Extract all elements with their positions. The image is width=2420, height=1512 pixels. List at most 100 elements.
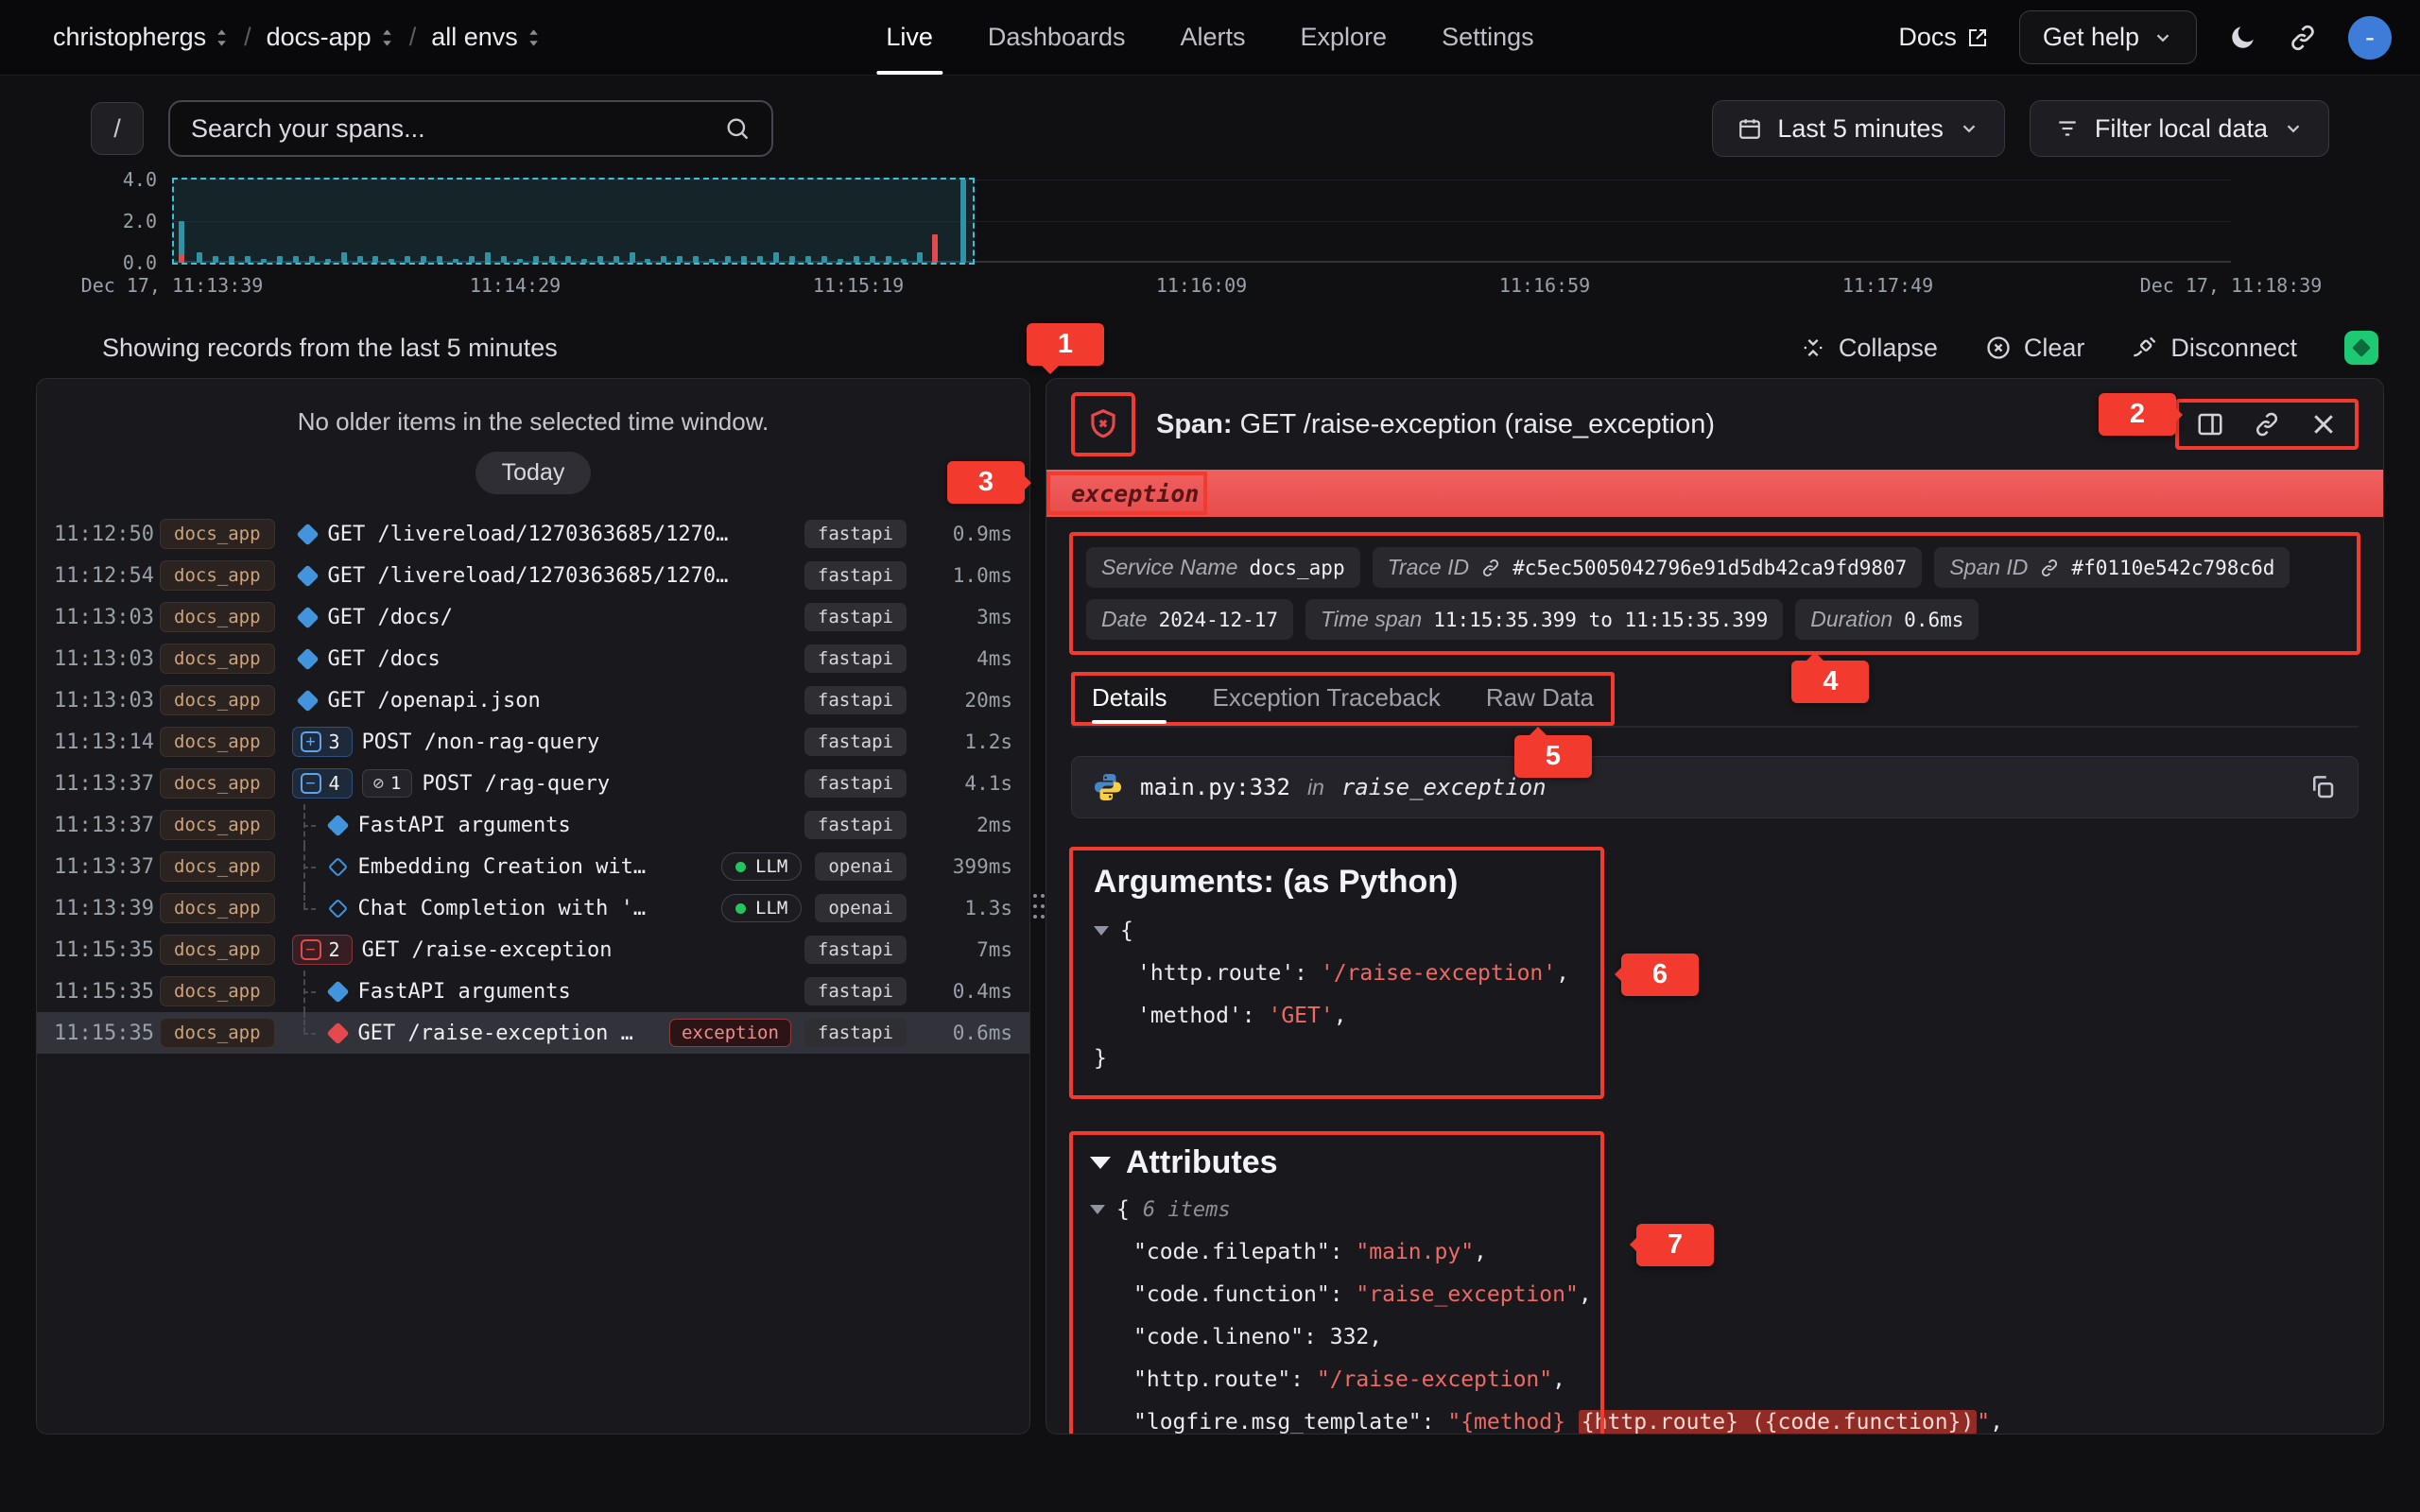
service-pill: docs_app — [160, 976, 275, 1006]
trace-row[interactable]: 11:13:14docs_app+3POST /non-rag-queryfas… — [37, 721, 1029, 763]
get-help-label: Get help — [2043, 23, 2139, 52]
library-pill: fastapi — [804, 769, 907, 798]
trace-row[interactable]: 11:12:54docs_appGET /livereload/12703636… — [37, 555, 1029, 596]
meta-value: 11:15:35.399 to 11:15:35.399 — [1433, 609, 1768, 631]
tree-connector — [292, 846, 320, 887]
x-axis-labels: Dec 17, 11:13:3911:14:2911:15:1911:16:09… — [172, 274, 2231, 304]
collapse-icon[interactable]: − — [301, 773, 321, 794]
nav-tab-explore[interactable]: Explore — [1301, 0, 1388, 75]
copy-link-icon[interactable] — [2253, 410, 2281, 438]
span-icon-wrap — [322, 1025, 354, 1041]
nav-tab-alerts[interactable]: Alerts — [1180, 0, 1245, 75]
expand-icon[interactable]: + — [301, 731, 321, 752]
trace-row[interactable]: 11:13:03docs_appGET /docs/fastapi3ms — [37, 596, 1029, 638]
attribute-line: "code.filepath": "main.py", — [1090, 1231, 2340, 1274]
meta-value: #f0110e542c798c6d — [2071, 557, 2274, 579]
disconnect-button[interactable]: Disconnect — [2132, 334, 2297, 363]
attributes-open-line[interactable]: {6 items — [1090, 1189, 2340, 1231]
histogram-bar — [357, 256, 363, 263]
histogram-bar — [870, 256, 875, 263]
org-selector[interactable]: christophergs — [53, 23, 229, 52]
span-name: GET /raise-exception — [362, 938, 791, 962]
items-count-note: 6 items — [1143, 1198, 1231, 1222]
nav-tab-settings[interactable]: Settings — [1442, 0, 1534, 75]
trace-row[interactable]: 11:13:03docs_appGET /openapi.jsonfastapi… — [37, 679, 1029, 721]
theme-toggle-moon-icon[interactable] — [2227, 23, 2257, 53]
search-input[interactable] — [191, 114, 724, 144]
avatar[interactable]: - — [2348, 16, 2392, 60]
trace-row[interactable]: 11:13:39docs_appChat Completion with '…L… — [37, 887, 1029, 929]
span-diamond-icon — [326, 814, 349, 836]
service-pill: docs_app — [160, 893, 275, 923]
child-count-badge[interactable]: −4 — [292, 768, 353, 799]
arguments-open-line[interactable]: { — [1094, 910, 1580, 953]
source-function[interactable]: raise_exception — [1341, 774, 1547, 800]
panel-resize-handle[interactable] — [1027, 881, 1044, 932]
histogram-bar — [325, 259, 331, 263]
detail-tab-exception-traceback[interactable]: Exception Traceback — [1212, 683, 1440, 713]
annotation-outline-4: Service Namedocs_appTrace ID#c5ec5005042… — [1069, 532, 2360, 655]
meta-time-span: Time span 11:15:35.399 to 11:15:35.399 — [1305, 599, 1783, 640]
child-count: 4 — [329, 772, 340, 795]
today-pill[interactable]: Today — [475, 452, 592, 494]
histogram-bar — [805, 256, 811, 263]
trace-row[interactable]: 11:13:37docs_appFastAPI argumentsfastapi… — [37, 804, 1029, 846]
trace-row[interactable]: 11:13:37docs_appEmbedding Creation wit…L… — [37, 846, 1029, 887]
time-range-label: Last 5 minutes — [1777, 114, 1944, 144]
exception-banner: exception — [1046, 470, 2383, 517]
collapse-caret-icon[interactable] — [1090, 1205, 1105, 1214]
trace-row[interactable]: 11:15:35docs_appFastAPI argumentsfastapi… — [37, 971, 1029, 1012]
get-help-button[interactable]: Get help — [2019, 10, 2197, 64]
nav-tab-dashboards[interactable]: Dashboards — [988, 0, 1126, 75]
service-pill: docs_app — [160, 768, 275, 799]
filter-local-data-button[interactable]: Filter local data — [2030, 100, 2329, 157]
trace-row[interactable]: 11:12:50docs_appGET /livereload/12703636… — [37, 513, 1029, 555]
selected-time-window[interactable] — [172, 178, 975, 265]
histogram-plot[interactable]: 4.0 2.0 0.0 — [172, 180, 2231, 263]
attribute-line: "logfire.msg_template": "{method} {http.… — [1090, 1401, 2340, 1435]
llm-status-dot — [735, 903, 746, 914]
search-box — [168, 100, 773, 157]
share-link-icon[interactable] — [2288, 23, 2318, 53]
annotation-label-2: 2 — [2099, 393, 2176, 436]
docs-link[interactable]: Docs — [1898, 23, 1989, 52]
library-pill: fastapi — [804, 1019, 907, 1047]
nav-tab-live[interactable]: Live — [886, 0, 933, 75]
span-duration: 4ms — [918, 647, 1012, 670]
collapse-caret-icon[interactable] — [1094, 926, 1109, 936]
link-icon[interactable] — [1480, 558, 1501, 578]
time-range-button[interactable]: Last 5 minutes — [1712, 100, 2005, 157]
open-in-panel-icon[interactable] — [2196, 410, 2224, 438]
row-timestamp: 11:13:39 — [54, 897, 160, 920]
link-icon[interactable] — [2039, 558, 2060, 578]
project-selector[interactable]: docs-app — [267, 23, 394, 52]
collapse-icon[interactable]: − — [301, 939, 321, 960]
trace-row[interactable]: 11:13:03docs_appGET /docsfastapi4ms — [37, 638, 1029, 679]
copy-icon[interactable] — [2308, 773, 2337, 801]
child-count-badge[interactable]: −2 — [292, 935, 353, 965]
meta-label: Time span — [1321, 607, 1422, 632]
collapse-button[interactable]: Collapse — [1800, 334, 1938, 363]
close-icon[interactable] — [2309, 410, 2338, 438]
clear-button[interactable]: Clear — [1985, 334, 2085, 363]
span-icon-wrap — [322, 860, 354, 874]
x-axis-label: Dec 17, 11:13:39 — [81, 274, 264, 297]
detail-tab-details[interactable]: Details — [1092, 683, 1167, 713]
attributes-heading-row[interactable]: Attributes — [1090, 1144, 2340, 1181]
trace-row[interactable]: 11:15:35docs_app−2GET /raise-exceptionfa… — [37, 929, 1029, 971]
meta-label: Duration — [1810, 607, 1893, 632]
x-axis-label: 11:17:49 — [1842, 274, 1933, 297]
slash-shortcut-key[interactable]: / — [91, 102, 144, 155]
row-timestamp: 11:12:54 — [54, 564, 160, 588]
env-selector[interactable]: all envs — [431, 23, 541, 52]
trace-row[interactable]: 11:13:37docs_app−4⊘1POST /rag-queryfasta… — [37, 763, 1029, 804]
child-count-badge[interactable]: +3 — [292, 727, 353, 757]
arguments-heading: Arguments: (as Python) — [1094, 864, 1580, 901]
trace-row[interactable]: 11:15:35docs_appGET /raise-exception …ex… — [37, 1012, 1029, 1054]
detail-tab-raw-data[interactable]: Raw Data — [1486, 683, 1594, 713]
connection-status-indicator[interactable] — [2344, 331, 2378, 365]
disconnect-icon — [2132, 335, 2158, 361]
chevron-down-icon[interactable] — [1090, 1157, 1111, 1169]
source-file-line[interactable]: main.py:332 — [1140, 774, 1290, 800]
span-diamond-outline-icon — [328, 898, 348, 918]
